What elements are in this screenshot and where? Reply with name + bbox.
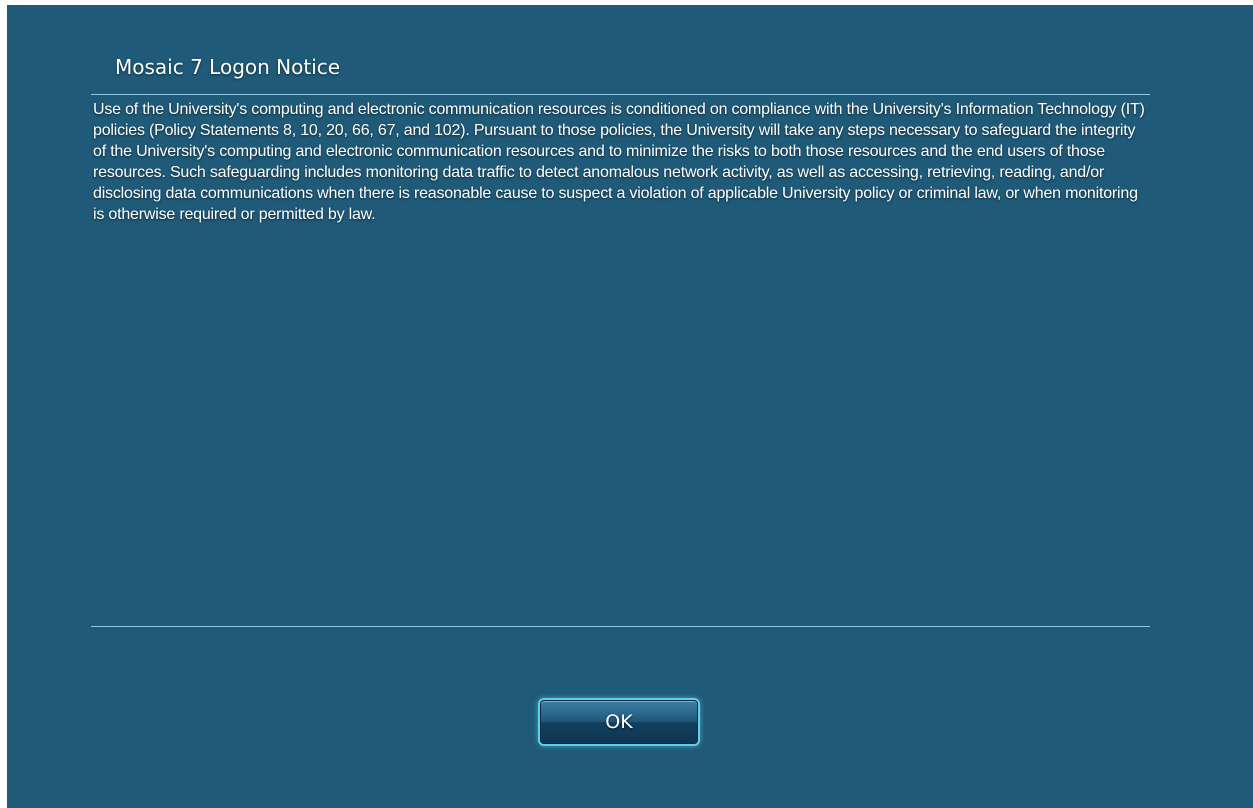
dialog-title: Mosaic 7 Logon Notice xyxy=(115,55,341,79)
notice-message: Use of the University's computing and el… xyxy=(93,101,1145,223)
logon-screen: Mosaic 7 Logon Notice Use of the Univers… xyxy=(7,5,1253,808)
ok-button[interactable]: OK xyxy=(540,700,698,744)
bottom-divider xyxy=(91,626,1150,627)
top-divider xyxy=(91,94,1150,95)
